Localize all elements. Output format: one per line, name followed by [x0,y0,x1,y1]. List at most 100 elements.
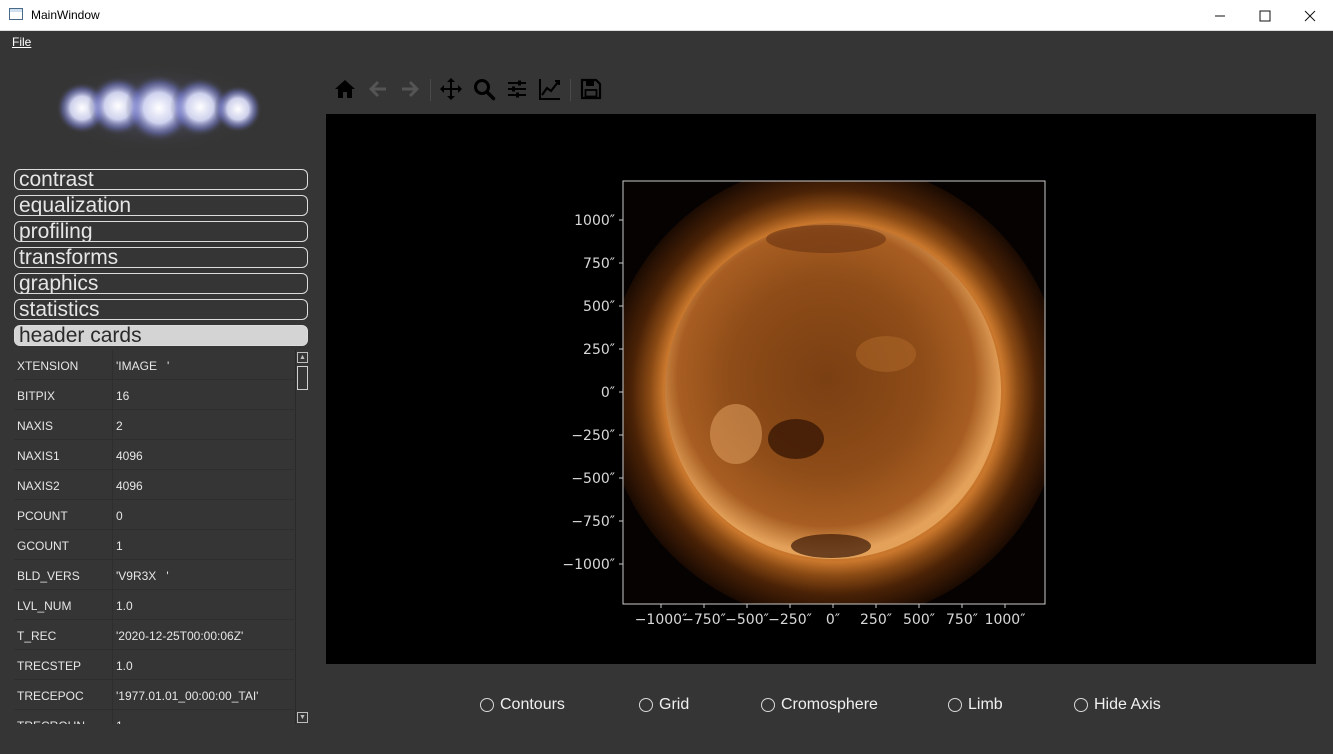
header-cards-table[interactable]: XTENSION 'IMAGE ' BITPIX 16 NAXIS 2 NAXIS1 4… [14,350,294,724]
back-icon [369,81,386,97]
transforms-button[interactable]: transforms [14,247,308,268]
profiling-button[interactable]: profiling [14,221,308,242]
header-value: 1 [116,539,123,553]
graphics-button[interactable]: graphics [14,273,308,294]
header-cards-button[interactable]: header cards [14,325,308,346]
header-value: '2020-12-25T00:00:06Z' [116,629,244,643]
table-row[interactable]: T_REC '2020-12-25T00:00:06Z' [14,620,294,650]
minimize-icon [1215,15,1225,16]
home-icon [335,80,355,98]
header-key: TRECSTEP [17,659,82,673]
app-icon [9,8,23,20]
edit-axis-button[interactable] [535,74,565,104]
menu-file[interactable]: File [12,35,31,49]
plot-toolbar [330,74,620,104]
window-title: MainWindow [31,8,100,22]
forward-button[interactable] [395,74,425,104]
pan-icon [440,78,462,100]
radio-indicator[interactable] [1074,698,1088,712]
table-row[interactable]: XTENSION 'IMAGE ' [14,350,294,380]
table-row[interactable]: NAXIS 2 [14,410,294,440]
y-tick-label: 1000″ [574,213,615,229]
edit-axis-icon [539,79,560,100]
x-tick-label: 500″ [903,612,935,628]
cromosphere-radio[interactable]: Cromosphere [761,696,878,714]
x-tick-label: −1000″ [635,612,688,628]
y-tick-label: 0″ [601,385,615,401]
x-tick-label: −500″ [725,612,769,628]
header-value: 16 [116,389,130,403]
menu-bar: File [0,31,1333,53]
y-tick-label: −500″ [571,471,615,487]
close-button[interactable] [1287,0,1333,31]
statistics-button[interactable]: statistics [14,299,308,320]
table-row[interactable]: PCOUNT 0 [14,500,294,530]
radio-indicator[interactable] [948,698,962,712]
contrast-button[interactable]: contrast [14,169,308,190]
grid-radio[interactable]: Grid [639,696,689,714]
header-key: NAXIS2 [17,479,60,493]
table-row[interactable]: BLD_VERS 'V9R3X ' [14,560,294,590]
sun-image [623,181,1045,604]
radio-indicator[interactable] [480,698,494,712]
scroll-up-icon[interactable]: ▲ [297,352,308,363]
y-tick-label: 750″ [583,256,615,272]
radio-indicator[interactable] [761,698,775,712]
maximize-button[interactable] [1242,0,1288,31]
table-row[interactable]: NAXIS2 4096 [14,470,294,500]
contours-radio[interactable]: Contours [480,696,565,714]
title-bar: MainWindow [0,0,1333,31]
maximize-icon [1259,10,1271,21]
radio-indicator[interactable] [639,698,653,712]
y-tick-label: 500″ [583,299,615,315]
x-tick-label: 250″ [860,612,892,628]
header-value: 'IMAGE ' [116,359,170,373]
plot-canvas[interactable]: 1000″750″500″250″0″−250″−500″−750″−1000″… [326,114,1316,664]
header-value: 1 [116,719,123,724]
table-row[interactable]: TRECROUN 1 [14,710,294,724]
equalization-button[interactable]: equalization [14,195,308,216]
header-value: 4096 [116,479,143,493]
cromosphere-label: Cromosphere [781,696,878,713]
table-row[interactable]: GCOUNT 1 [14,530,294,560]
y-axis: 1000″ 750″ 500″ 250″ 0″ −250″ −500″ −750″ −1000″ [562,213,623,573]
table-row[interactable]: TRECSTEP 1.0 [14,650,294,680]
header-key: GCOUNT [17,539,69,553]
header-value: 0 [116,509,123,523]
y-tick-label: −750″ [571,514,615,530]
x-tick-label: 750″ [946,612,978,628]
back-button[interactable] [363,74,393,104]
header-key: BLD_VERS [17,569,80,583]
y-tick-label: 250″ [583,342,615,358]
save-button[interactable] [576,74,606,104]
y-tick-label: −1000″ [562,557,615,573]
table-row[interactable]: LVL_NUM 1.0 [14,590,294,620]
scroll-thumb[interactable] [297,366,308,390]
app-logo [52,62,262,154]
header-key: XTENSION [17,359,79,373]
configure-icon [508,80,526,98]
scroll-down-icon[interactable]: ▼ [297,712,308,723]
header-key: LVL_NUM [17,599,72,613]
table-row[interactable]: BITPIX 16 [14,380,294,410]
y-tick-label: −250″ [571,428,615,444]
minimize-button[interactable] [1197,0,1243,31]
header-value: '1977.01.01_00:00:00_TAI' [116,689,259,703]
header-value: 1.0 [116,659,133,673]
overlay-options: Contours Grid Cromosphere Limb Hide Axis [326,690,1316,720]
zoom-button[interactable] [469,74,499,104]
limb-radio[interactable]: Limb [948,696,1003,714]
table-row[interactable]: TRECEPOC '1977.01.01_00:00:00_TAI' [14,680,294,710]
hide-axis-radio[interactable]: Hide Axis [1074,696,1161,714]
table-scrollbar[interactable]: ▲ ▼ [295,350,308,724]
x-tick-label: −250″ [768,612,812,628]
table-row[interactable]: NAXIS1 4096 [14,440,294,470]
configure-subplots-button[interactable] [502,74,532,104]
close-icon [1304,10,1316,21]
header-key: PCOUNT [17,509,68,523]
header-key: BITPIX [17,389,56,403]
pan-button[interactable] [436,74,466,104]
home-button[interactable] [330,74,360,104]
plot-figure[interactable]: 1000″ 750″ 500″ 250″ 0″ −250″ −500″ −750″ −1000″… [326,114,1316,664]
x-axis: −1000″−750″ −500″ −250″ 0″ 250″ 500″ 750″ 1000″ [635,604,1025,628]
